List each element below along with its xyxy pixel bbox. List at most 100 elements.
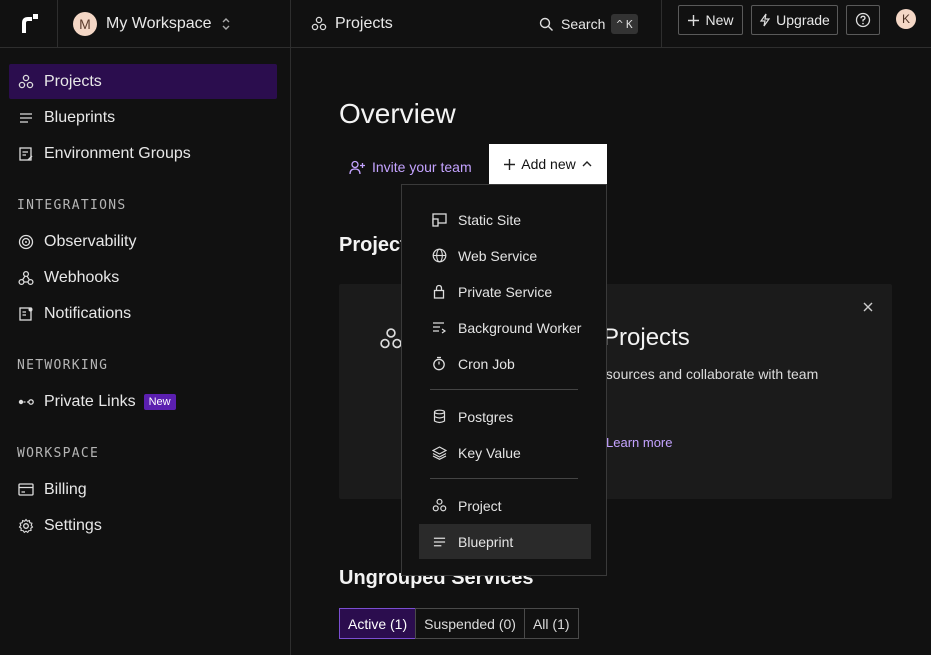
projects-icon [311,16,327,32]
menu-item-label: Static Site [458,211,522,228]
sidebar-item-settings[interactable]: Settings [9,508,277,543]
close-button[interactable] [859,298,877,316]
blueprints-icon [431,534,447,550]
new-badge: New [143,393,176,410]
billing-icon [17,481,35,499]
workspace-avatar: M [73,11,97,36]
add-user-icon [349,160,366,175]
observability-icon [17,233,35,251]
tab-active[interactable]: Active (1) [339,608,417,639]
sidebar-item-label: Private Links [44,392,136,410]
breadcrumb[interactable]: Projects [311,0,393,47]
blueprints-icon [17,109,35,127]
webhooks-icon [17,269,35,287]
search-shortcut: ^ K [611,14,638,34]
menu-item-label: Key Value [458,444,521,461]
menu-item-key-value[interactable]: Key Value [419,435,591,470]
tab-suspended[interactable]: Suspended (0) [415,608,525,639]
new-button[interactable]: New [678,5,743,35]
sidebar-item-label: Webhooks [44,268,120,286]
help-icon [855,12,871,28]
menu-item-label: Blueprint [458,533,514,550]
gear-icon [17,517,35,535]
stopwatch-icon [431,356,447,372]
background-worker-icon [431,320,447,336]
menu-item-label: Web Service [458,247,538,264]
user-avatar[interactable]: K [896,9,916,29]
menu-item-label: Postgres [458,408,514,425]
help-button[interactable] [846,5,880,35]
logo[interactable] [0,0,58,47]
add-new-button[interactable]: Add new [489,144,607,184]
menu-item-postgres[interactable]: Postgres [419,399,591,434]
notifications-icon [17,305,35,323]
learn-more-link[interactable]: Learn more [606,435,672,450]
sidebar: Projects Blueprints Environment Groups I… [0,48,291,655]
plus-icon [503,158,516,171]
layers-icon [431,445,447,461]
sidebar-item-blueprints[interactable]: Blueprints [9,100,277,135]
sidebar-item-billing[interactable]: Billing [9,472,277,507]
workspace-name: My Workspace [106,14,212,32]
database-icon [431,409,447,425]
menu-item-project[interactable]: Project [419,488,591,523]
sidebar-item-projects[interactable]: Projects [9,64,277,99]
menu-item-label: Private Service [458,283,553,300]
page-title: Overview [339,98,456,129]
sidebar-item-label: Observability [44,232,137,250]
menu-item-label: Cron Job [458,355,515,372]
menu-item-private-service[interactable]: Private Service [419,274,591,309]
menu-divider [430,389,578,390]
sidebar-item-observability[interactable]: Observability [9,224,277,259]
lightning-icon [759,13,771,27]
menu-item-cron-job[interactable]: Cron Job [419,346,591,381]
add-new-label: Add new [521,156,576,172]
menu-item-label: Background Worker [458,319,582,336]
menu-item-static-site[interactable]: Static Site [419,202,591,237]
projects-icon [431,498,447,514]
sidebar-item-label: Environment Groups [44,144,191,162]
chevron-up-icon [581,160,593,168]
add-new-dropdown: Static Site Web Service Private Service … [401,184,607,576]
workspace-switcher[interactable]: M My Workspace [58,0,291,47]
menu-item-background-worker[interactable]: Background Worker [419,310,591,345]
tab-all[interactable]: All (1) [523,608,579,639]
sidebar-item-label: Billing [44,480,87,498]
sidebar-item-notifications[interactable]: Notifications [9,296,277,331]
plus-icon [687,14,700,27]
main-content: Overview Invite your team Add new Projec… [291,48,931,655]
menu-item-web-service[interactable]: Web Service [419,238,591,273]
sidebar-item-private-links[interactable]: Private Links New [9,384,277,419]
breadcrumb-label: Projects [335,14,393,32]
new-button-label: New [705,12,734,28]
upgrade-button[interactable]: Upgrade [751,5,838,35]
card-description: esources and collaborate with team [598,366,819,382]
environment-groups-icon [17,145,35,163]
lock-icon [431,284,447,300]
upgrade-button-label: Upgrade [776,12,830,28]
menu-divider [430,478,578,479]
sidebar-item-webhooks[interactable]: Webhooks [9,260,277,295]
shortcut-modifier: ^ [616,17,623,31]
section-networking: NETWORKING [17,358,109,373]
projects-heading: Project [339,234,407,256]
menu-item-blueprint[interactable]: Blueprint [419,524,591,559]
sidebar-item-label: Projects [44,72,102,90]
shortcut-key: K [625,17,633,31]
search-label: Search [561,16,606,32]
sidebar-item-environment-groups[interactable]: Environment Groups [9,136,277,171]
section-workspace: WORKSPACE [17,446,100,461]
section-integrations: INTEGRATIONS [17,198,127,213]
invite-team-button[interactable]: Invite your team [349,154,472,180]
static-site-icon [431,212,447,228]
sidebar-item-label: Settings [44,516,102,534]
chevron-up-down-icon [220,17,232,31]
projects-icon [17,73,35,91]
logo-icon [21,13,38,33]
globe-icon [431,248,447,264]
sidebar-item-label: Blueprints [44,108,116,126]
divider [661,0,662,47]
status-tabs: Active (1) Suspended (0) All (1) [339,608,579,639]
search-button[interactable]: Search ^ K [539,9,638,39]
sidebar-item-label: Notifications [44,304,132,322]
